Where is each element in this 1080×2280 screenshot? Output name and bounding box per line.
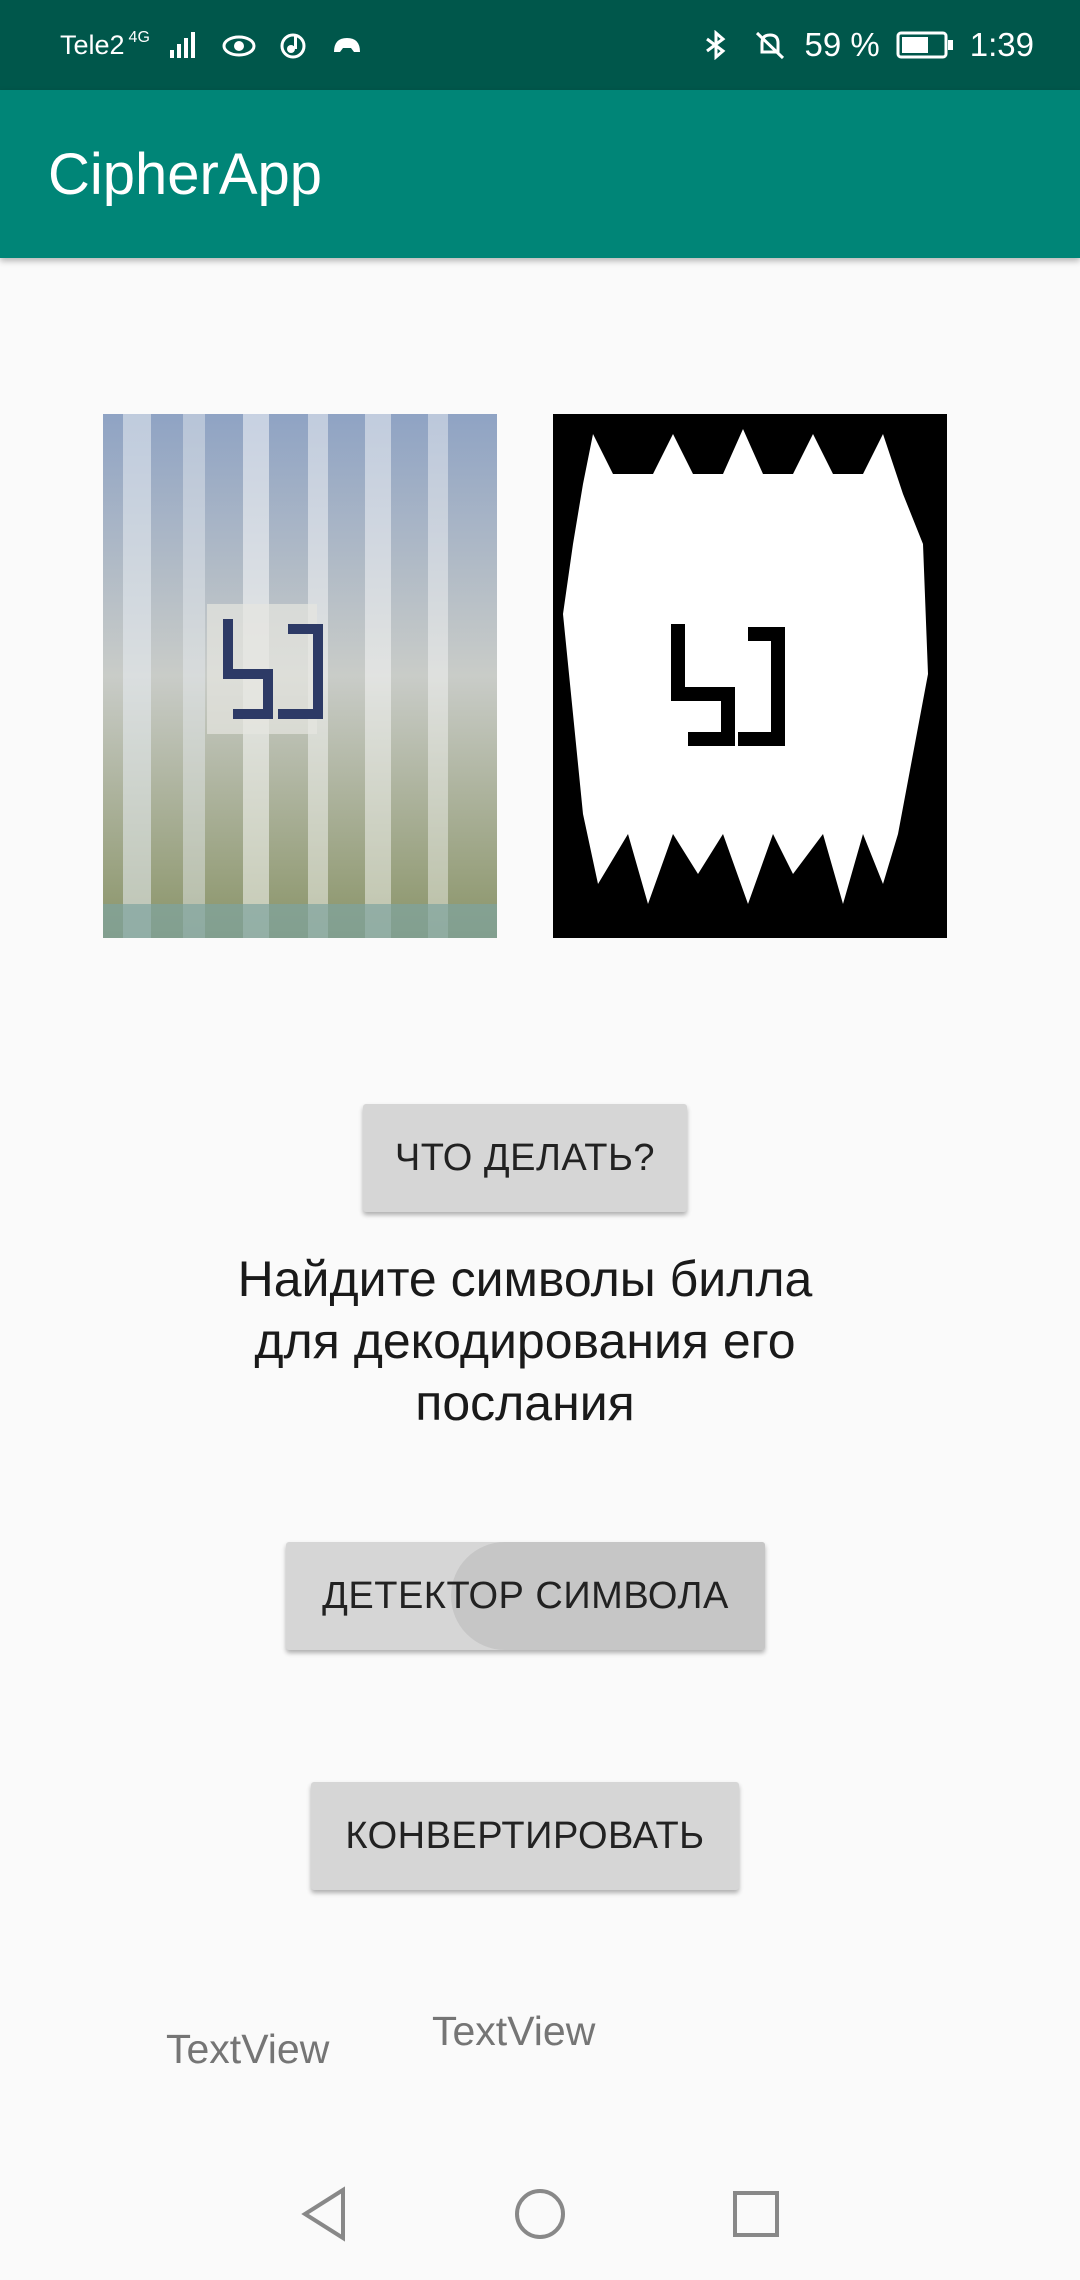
status-bar: Tele2 4G 59 % 1:39 (0, 0, 1080, 90)
battery-icon (896, 31, 953, 59)
convert-label: КОНВЕРТИРОВАТЬ (345, 1814, 705, 1857)
convert-button[interactable]: КОНВЕРТИРОВАТЬ (311, 1782, 739, 1890)
eye-icon (222, 35, 256, 57)
instruction-text: Найдите символы билла для декодирования … (237, 1251, 813, 1431)
what-to-do-label: ЧТО ДЕЛАТЬ? (394, 1136, 656, 1179)
game-icon (333, 38, 360, 52)
text-view-2: TextView (432, 2008, 596, 2054)
recents-button[interactable] (728, 2186, 784, 2242)
status-bar-right: 59 % 1:39 (697, 26, 1034, 64)
network-type-label: 4G (128, 29, 150, 46)
status-bar-left: Tele2 4G (60, 29, 366, 61)
bluetooth-icon (705, 30, 725, 60)
text-view-1: TextView (166, 2026, 330, 2072)
home-icon (515, 2189, 565, 2239)
back-icon (301, 2186, 345, 2242)
what-to-do-button[interactable]: ЧТО ДЕЛАТЬ? (363, 1104, 687, 1212)
signal-icon (169, 32, 195, 58)
clock-label: 1:39 (969, 26, 1034, 63)
processed-symbol-image (553, 414, 947, 938)
app-title: CipherApp (48, 141, 323, 207)
navigation-bar (0, 2148, 1080, 2280)
detect-symbol-button[interactable]: ДЕТЕКТОР СИМВОЛА (286, 1542, 765, 1650)
recents-icon (733, 2191, 779, 2237)
battery-percent-label: 59 % (804, 26, 880, 63)
original-symbol-image (103, 414, 497, 938)
detect-symbol-label: ДЕТЕКТОР СИМВОЛА (322, 1574, 729, 1617)
app-bar: CipherApp (0, 90, 1080, 258)
home-button[interactable] (512, 2186, 568, 2242)
music-icon (280, 33, 306, 59)
mute-icon (755, 31, 784, 60)
back-button[interactable] (296, 2186, 352, 2242)
carrier-label: Tele2 (60, 29, 125, 60)
